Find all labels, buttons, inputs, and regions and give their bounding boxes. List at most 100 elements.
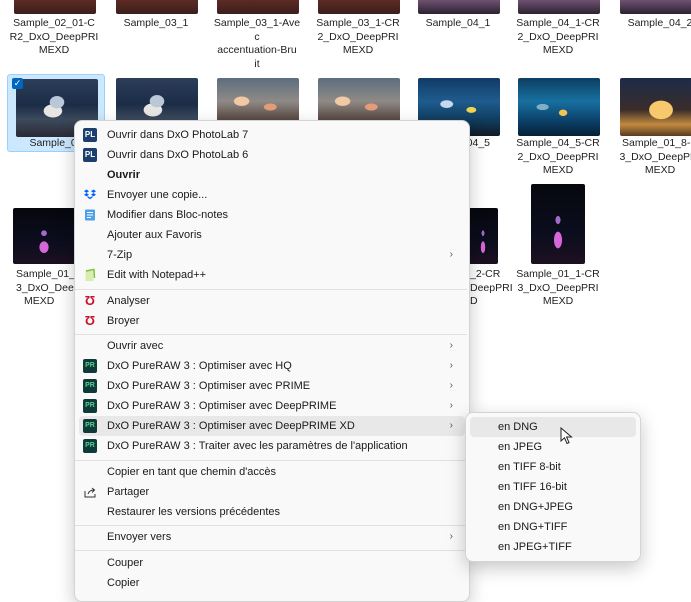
file-thumbnail	[620, 0, 691, 14]
submenu-item-jpeg-tiff[interactable]: en JPEG+TIFF	[470, 537, 636, 557]
menu-item-label: Copier	[107, 577, 140, 589]
menu-item-send-to[interactable]: Envoyer vers ›	[79, 527, 465, 547]
file-name-line: Sample_01_8-C	[622, 137, 691, 149]
file-name-line: 2_DxO_DeepPRI	[317, 30, 399, 43]
menu-item-add-favorites[interactable]: Ajouter aux Favoris	[79, 225, 465, 245]
menu-item-restore-versions[interactable]: Restaurer les versions précédentes	[79, 502, 465, 522]
pureraw-icon: PR	[83, 359, 97, 373]
menu-item-open-photolab-7[interactable]: PL Ouvrir dans DxO PhotoLab 7	[79, 125, 465, 145]
submenu-item-tiff8[interactable]: en TIFF 8-bit	[470, 457, 636, 477]
chevron-right-icon: ›	[449, 340, 453, 351]
menu-item-pureraw-hq[interactable]: PR DxO PureRAW 3 : Optimiser avec HQ ›	[79, 356, 465, 376]
file-thumbnail	[518, 0, 600, 14]
submenu-item-label: en TIFF 16-bit	[498, 481, 567, 493]
menu-item-label: Edit with Notepad++	[107, 269, 207, 281]
menu-separator	[75, 460, 467, 461]
file-name-line: Sample_03_1-CR	[316, 17, 400, 29]
photolab-icon: PL	[83, 148, 97, 162]
file-name-line: R2_DxO_DeepPRI	[9, 30, 99, 43]
menu-item-label: DxO PureRAW 3 : Traiter avec les paramèt…	[107, 440, 408, 452]
menu-item-label: DxO PureRAW 3 : Optimiser avec DeepPRIME	[107, 400, 337, 412]
menu-item-label: Ouvrir avec	[107, 340, 164, 352]
file-name: Sample_03_1-CR 2_DxO_DeepPRI MEXD	[310, 17, 406, 58]
menu-item-share[interactable]: Partager	[79, 482, 465, 502]
submenu-item-label: en DNG	[498, 421, 538, 433]
submenu-item-label: en DNG+JPEG	[498, 501, 573, 513]
file-name-line: 3_DxO_DeepPRI	[517, 281, 599, 294]
menu-separator	[75, 550, 467, 551]
context-menu: PL Ouvrir dans DxO PhotoLab 7 PL Ouvrir …	[74, 120, 470, 602]
menu-item-send-copy[interactable]: Envoyer une copie...	[79, 185, 465, 205]
chevron-right-icon: ›	[449, 531, 453, 542]
submenu-item-label: en JPEG	[498, 441, 543, 453]
file-thumbnail	[620, 78, 691, 136]
menu-item-pureraw-prime[interactable]: PR DxO PureRAW 3 : Optimiser avec PRIME …	[79, 376, 465, 396]
submenu-item-dng-tiff[interactable]: en DNG+TIFF	[470, 517, 636, 537]
menu-item-label: Analyser	[107, 295, 150, 307]
chevron-right-icon: ›	[449, 360, 453, 371]
file-name-line: Sample_03_1-Ave	[213, 17, 301, 29]
file-name-line: Sample_01_(	[16, 268, 79, 280]
file-name: Sample_04_1	[410, 17, 506, 31]
menu-item-pureraw-deepprime[interactable]: PR DxO PureRAW 3 : Optimiser avec DeepPR…	[79, 396, 465, 416]
file-name-line: it	[254, 57, 260, 70]
file-name-line: Sample_04_2	[627, 17, 691, 29]
file-name-line: 2_DxO_DeepPRI	[517, 30, 599, 43]
pureraw-icon: PR	[83, 379, 97, 393]
menu-item-label: 7-Zip	[107, 249, 133, 261]
dropbox-icon	[83, 188, 97, 202]
submenu-item-tiff16[interactable]: en TIFF 16-bit	[470, 477, 636, 497]
menu-separator	[75, 334, 467, 335]
menu-item-label: DxO PureRAW 3 : Optimiser avec HQ	[107, 360, 292, 372]
mcafee-icon: Ʊ	[84, 293, 96, 308]
menu-item-pureraw-deepprime-xd[interactable]: PR DxO PureRAW 3 : Optimiser avec DeepPR…	[79, 416, 465, 436]
menu-item-edit-notepadpp[interactable]: Edit with Notepad++	[79, 265, 465, 285]
chevron-right-icon: ›	[449, 420, 453, 431]
menu-item-label: Ouvrir dans DxO PhotoLab 6	[107, 149, 249, 161]
file-name-line: Sample_04_5-CR	[516, 137, 600, 149]
menu-item-cut[interactable]: Couper	[79, 553, 465, 573]
menu-item-label: Restaurer les versions précédentes	[107, 506, 281, 518]
file-name-line: MEXD	[644, 164, 676, 176]
share-icon	[83, 485, 97, 499]
file-name: Sample_03_1-Ave c accentuation-Bru it	[209, 17, 305, 71]
file-name-line: MEXD	[542, 164, 574, 176]
menu-item-open-photolab-6[interactable]: PL Ouvrir dans DxO PhotoLab 6	[79, 145, 465, 165]
file-name-line: accentuation-Bru	[217, 44, 297, 56]
file-name: Sample_02_01-C R2_DxO_DeepPRI MEXD	[6, 17, 102, 58]
menu-item-pureraw-app-settings[interactable]: PR DxO PureRAW 3 : Traiter avec les para…	[79, 436, 465, 456]
deepprime-xd-submenu: en DNG en JPEG en TIFF 8-bit en TIFF 16-…	[465, 412, 641, 562]
chevron-right-icon: ›	[449, 400, 453, 411]
menu-item-copy[interactable]: Copier	[79, 573, 465, 593]
menu-item-open-with[interactable]: Ouvrir avec ›	[79, 336, 465, 356]
menu-item-copy-path[interactable]: Copier en tant que chemin d'accès	[79, 462, 465, 482]
chevron-right-icon: ›	[449, 249, 453, 260]
file-thumbnail	[318, 0, 400, 14]
file-name-line: MEXD	[342, 44, 374, 56]
file-thumbnail	[13, 208, 75, 264]
menu-item-7zip[interactable]: 7-Zip ›	[79, 245, 465, 265]
menu-item-label: Couper	[107, 557, 144, 569]
submenu-item-dng-jpeg[interactable]: en DNG+JPEG	[470, 497, 636, 517]
menu-item-analyze[interactable]: Ʊ Analyser	[79, 291, 465, 311]
menu-item-edit-notepad[interactable]: Modifier dans Bloc-notes	[79, 205, 465, 225]
file-name-line: MEXD	[24, 295, 55, 307]
submenu-item-label: en JPEG+TIFF	[498, 541, 572, 553]
pureraw-icon: PR	[83, 419, 97, 433]
menu-item-label: Partager	[107, 486, 150, 498]
file-name: Sample_04_1-CR 2_DxO_DeepPRI MEXD	[510, 17, 606, 58]
submenu-item-jpeg[interactable]: en JPEG	[470, 437, 636, 457]
file-name-line: MEXD	[542, 44, 574, 56]
menu-item-label: Modifier dans Bloc-notes	[107, 209, 229, 221]
submenu-item-dng[interactable]: en DNG	[470, 417, 636, 437]
file-name-line: 3_DxO_Deep	[16, 281, 80, 294]
selection-checkbox-icon[interactable]: ✓	[12, 78, 23, 89]
mouse-cursor-icon	[560, 426, 574, 450]
file-thumbnail	[418, 0, 500, 14]
menu-item-shred[interactable]: Ʊ Broyer	[79, 311, 465, 331]
menu-item-label: Envoyer vers	[107, 531, 172, 543]
file-name: Sample_01_( 3_DxO_Deep MEXD	[16, 268, 80, 309]
file-name: Sample_04_2	[612, 17, 691, 31]
menu-item-open[interactable]: Ouvrir	[79, 165, 465, 185]
file-thumbnail	[518, 78, 600, 136]
